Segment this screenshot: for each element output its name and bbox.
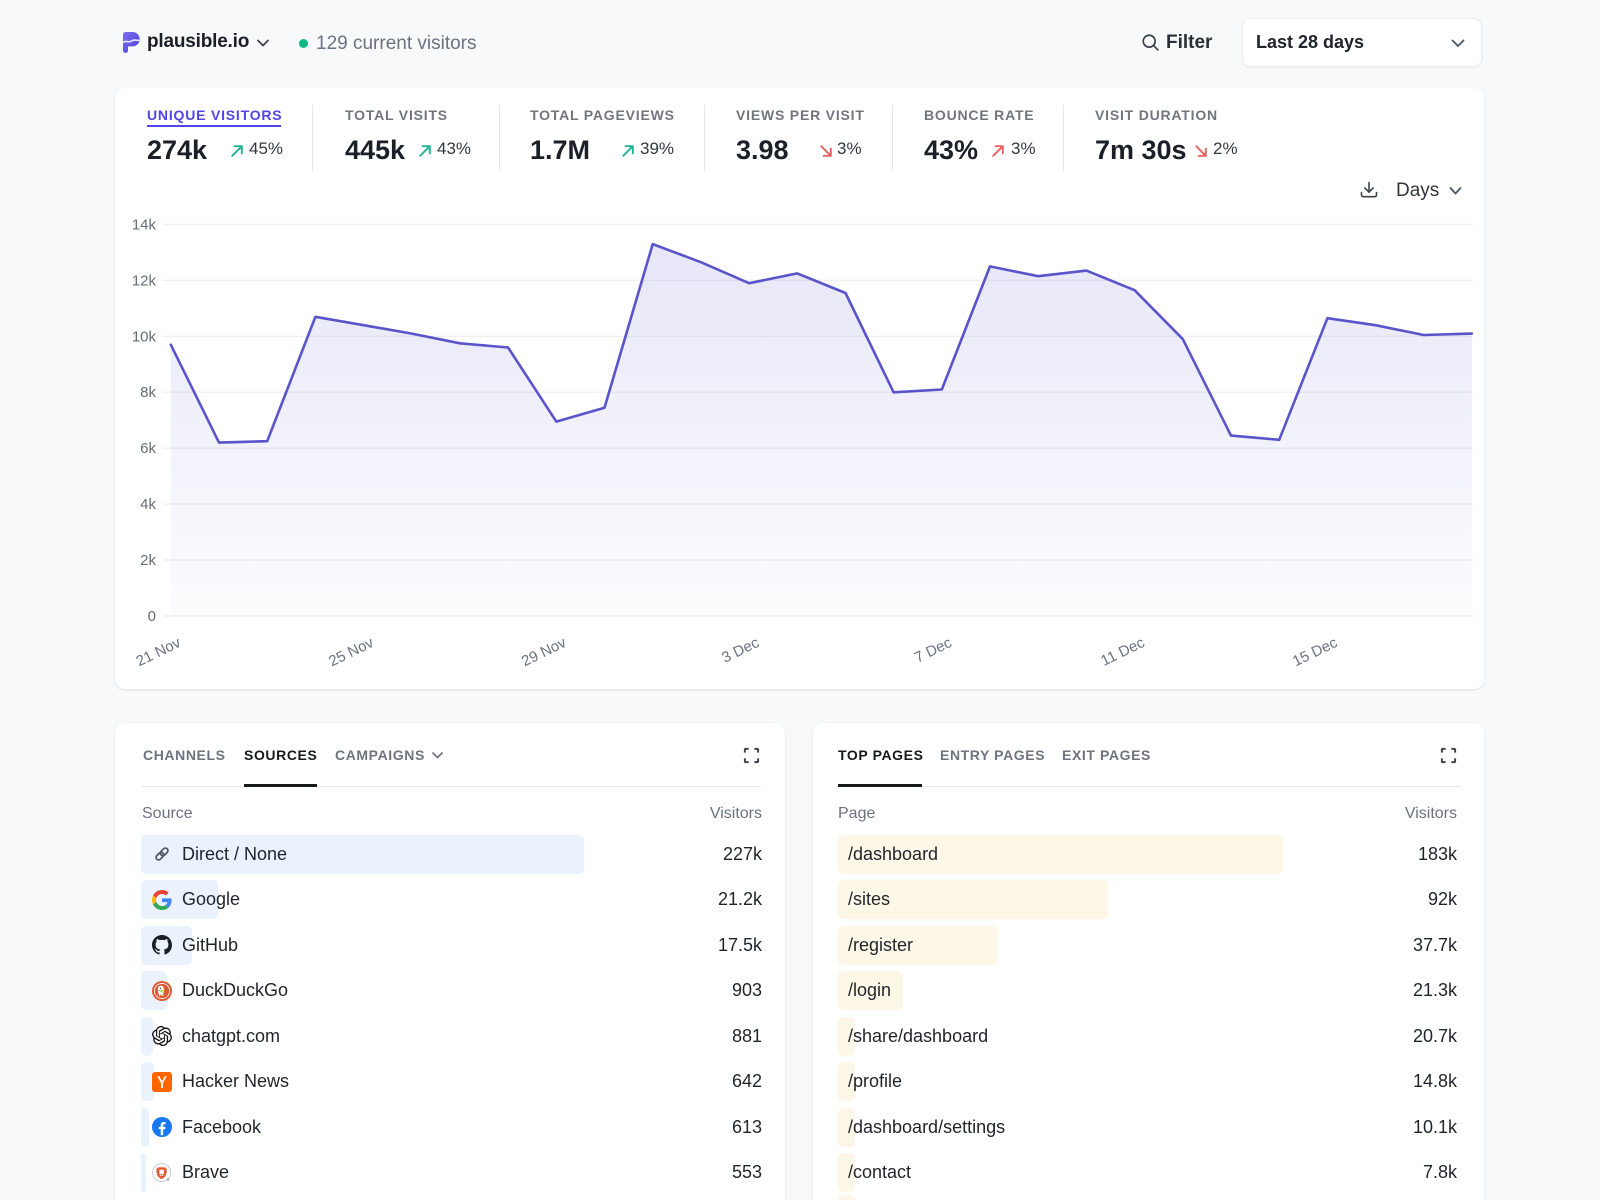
svg-text:11 Dec: 11 Dec <box>1098 634 1148 670</box>
svg-text:29 Nov: 29 Nov <box>519 634 570 670</box>
svg-text:0: 0 <box>148 608 156 625</box>
svg-text:6k: 6k <box>140 440 156 457</box>
svg-text:8k: 8k <box>140 384 156 401</box>
svg-text:7 Dec: 7 Dec <box>912 634 955 667</box>
svg-text:10k: 10k <box>132 328 157 345</box>
svg-text:4k: 4k <box>140 496 156 513</box>
svg-text:21 Nov: 21 Nov <box>133 634 184 670</box>
svg-text:3 Dec: 3 Dec <box>719 634 762 667</box>
svg-text:12k: 12k <box>132 272 157 289</box>
svg-text:25 Nov: 25 Nov <box>326 634 377 670</box>
svg-text:15 Dec: 15 Dec <box>1290 634 1341 670</box>
svg-text:2k: 2k <box>140 552 156 569</box>
svg-text:14k: 14k <box>132 216 157 233</box>
